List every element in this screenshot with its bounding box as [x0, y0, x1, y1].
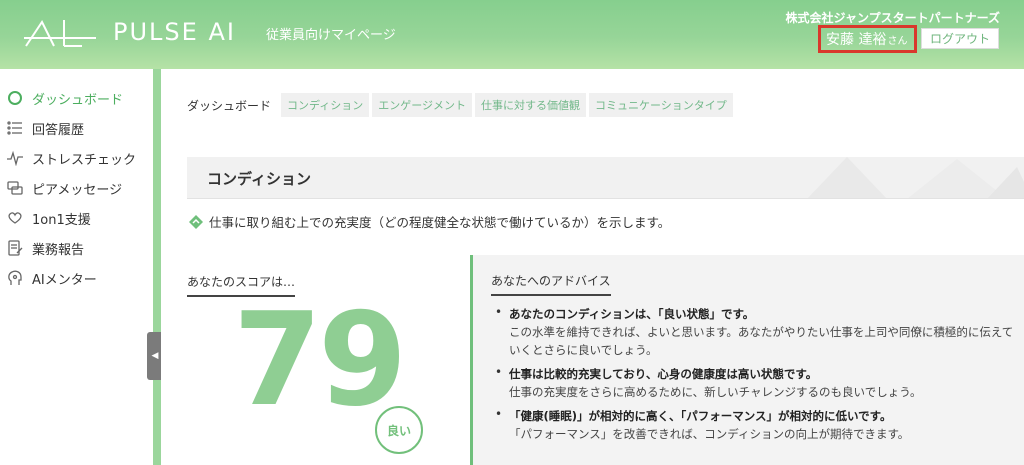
sidebar-item-label: ピアメッセージ — [32, 182, 123, 198]
advice-panel: あなたへのアドバイス あなたのコンディションは、「良い状態」です。 この水準を維… — [470, 255, 1024, 465]
tab-communication-type[interactable]: コミュニケーションタイプ — [589, 93, 733, 117]
section-header: コンディション — [187, 157, 1024, 199]
sidebar-item-label: 回答履歴 — [32, 122, 85, 138]
advice-heading: 仕事は比較的充実しており、心身の健康度は高い状態です。 — [509, 367, 818, 381]
advice-body: 仕事の充実度をさらに高めるために、新しいチャレンジするのも良いでしょう。 — [509, 385, 922, 399]
pulse-icon — [6, 149, 24, 167]
score-value: 79 — [233, 286, 407, 435]
sidebar-item-label: AIメンター — [32, 272, 97, 288]
advice-list: あなたのコンディションは、「良い状態」です。 この水準を維持できれば、よいと思い… — [495, 305, 1015, 449]
advice-heading: 「健康(睡眠)」が相対的に高く、「パフォーマンス」が相対的に低いです。 — [509, 409, 892, 423]
section-title: コンディション — [207, 170, 311, 188]
main-content: ダッシュボード コンディション エンゲージメント 仕事に対する価値観 コミュニケ… — [161, 69, 1024, 465]
sidebar-item-label: ダッシュボード — [32, 92, 124, 108]
mentor-icon — [6, 269, 24, 287]
user-honorific: さん — [887, 35, 908, 47]
score-status-badge: 良い — [375, 406, 423, 454]
sidebar-item-peer-message[interactable]: ピアメッセージ — [6, 177, 122, 199]
tab-engagement[interactable]: エンゲージメント — [372, 93, 473, 117]
user-name: 安藤 達裕 — [826, 32, 887, 48]
heart-hand-icon — [6, 209, 24, 227]
tab-work-values[interactable]: 仕事に対する価値観 — [475, 93, 587, 117]
advice-body: この水準を維持できれば、よいと思います。あなたがやりたい仕事を上司や同僚に積極的… — [509, 325, 1014, 357]
sidebar-item-label: ストレスチェック — [32, 152, 137, 168]
advice-body: 「パフォーマンス」を改善できれば、コンディションの向上が期待できます。 — [509, 427, 910, 441]
advice-heading: あなたのコンディションは、「良い状態」です。 — [509, 307, 755, 321]
sidebar-item-ai-mentor[interactable]: AIメンター — [6, 267, 97, 289]
advice-item: 仕事は比較的充実しており、心身の健康度は高い状態です。 仕事の充実度をさらに高め… — [495, 365, 1015, 401]
sidebar-item-label: 業務報告 — [32, 242, 85, 258]
decorative-triangles — [807, 157, 1024, 198]
sidebar-item-history[interactable]: 回答履歴 — [6, 117, 84, 139]
dashboard-ring-icon — [6, 89, 24, 107]
company-name: 株式会社ジャンプスタートパートナーズ — [785, 11, 1000, 25]
description-text: 仕事に取り組む上での充実度（どの程度健全な状態で働けているか）を示します。 — [209, 215, 671, 230]
sidebar-item-stress-check[interactable]: ストレスチェック — [6, 147, 136, 169]
sidebar-divider — [153, 69, 161, 465]
sidebar-item-1on1[interactable]: 1on1支援 — [6, 207, 91, 229]
brand-name: PULSE AI — [113, 18, 236, 46]
advice-item: 「健康(睡眠)」が相対的に高く、「パフォーマンス」が相対的に低いです。 「パフォ… — [495, 407, 1015, 443]
tab-bar: ダッシュボード コンディション エンゲージメント 仕事に対する価値観 コミュニケ… — [187, 93, 736, 117]
breadcrumb: ダッシュボード — [187, 98, 272, 113]
report-icon — [6, 239, 24, 257]
sidebar-item-report[interactable]: 業務報告 — [6, 237, 84, 259]
app-header: PULSE AI 従業員向けマイページ 株式会社ジャンプスタートパートナーズ 安… — [0, 0, 1024, 69]
message-icon — [6, 179, 24, 197]
sidebar-item-label: 1on1支援 — [32, 212, 91, 228]
tab-condition[interactable]: コンディション — [281, 93, 370, 117]
advice-item: あなたのコンディションは、「良い状態」です。 この水準を維持できれば、よいと思い… — [495, 305, 1015, 359]
sidebar: ダッシュボード 回答履歴 ストレスチェック ピアメッセージ 1on1支援 業務報… — [0, 69, 153, 465]
diamond-arrow-icon — [189, 214, 203, 229]
sidebar-item-dashboard[interactable]: ダッシュボード — [6, 87, 123, 109]
pulse-logo-icon — [24, 20, 96, 47]
logout-button[interactable]: ログアウト — [921, 28, 999, 49]
list-icon — [6, 119, 24, 137]
advice-title: あなたへのアドバイス — [491, 272, 611, 296]
section-description: 仕事に取り組む上での充実度（どの程度健全な状態で働けているか）を示します。 — [189, 212, 670, 231]
user-name-box[interactable]: 安藤 達裕 さん — [818, 25, 917, 53]
page-subtitle: 従業員向けマイページ — [266, 28, 396, 43]
